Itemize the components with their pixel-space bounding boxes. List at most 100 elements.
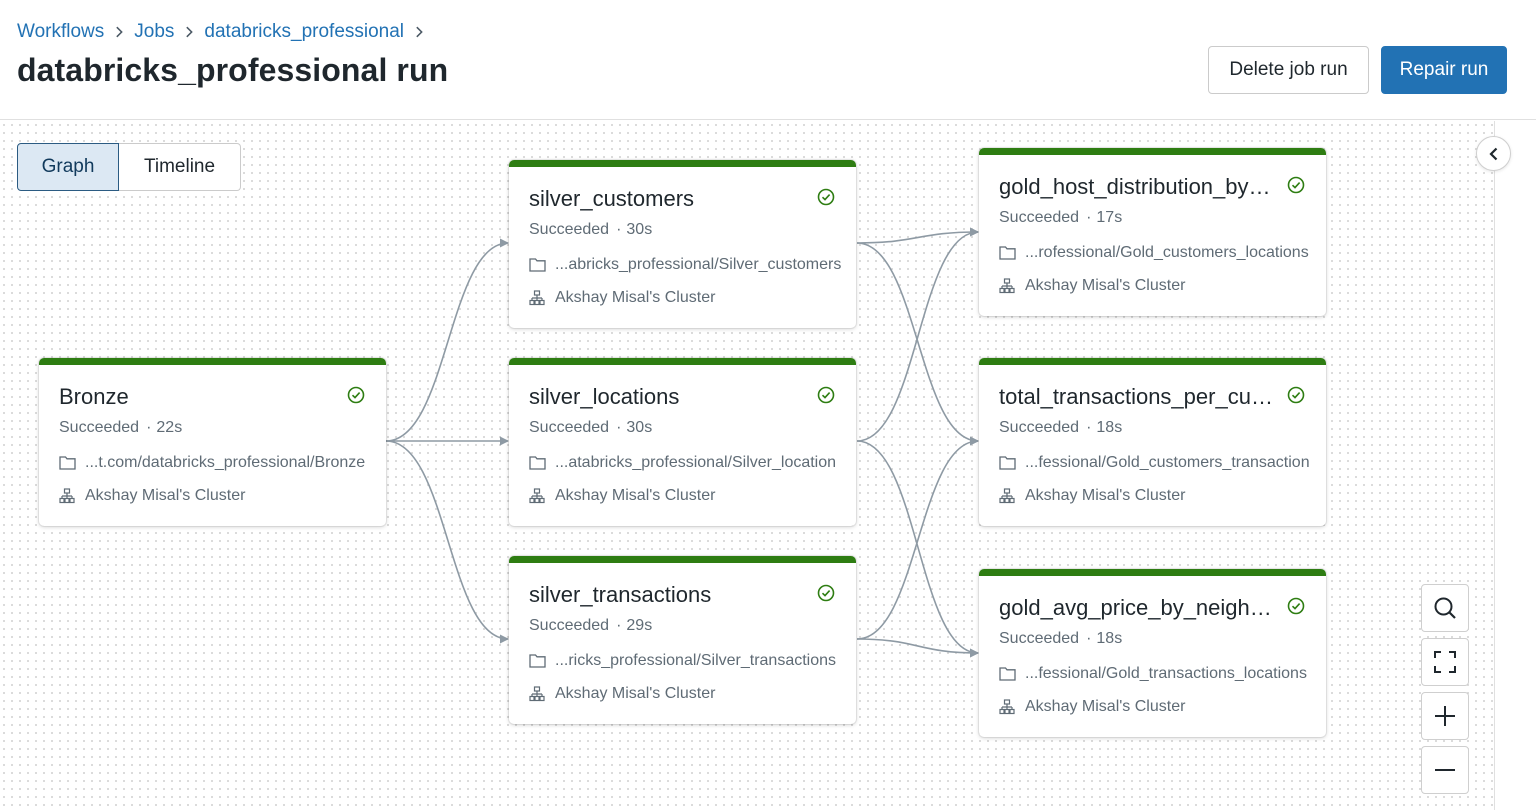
task-cluster: Akshay Misal's Cluster (1025, 277, 1186, 294)
task-status-text: Succeeded (999, 209, 1080, 226)
task-card-gold-host-distribution[interactable]: gold_host_distribution_by_… Succeeded · 17… (979, 148, 1326, 316)
task-duration: 30s (626, 419, 653, 436)
task-cluster: Akshay Misal's Cluster (85, 487, 246, 504)
task-status-text: Succeeded (999, 419, 1080, 436)
task-name: gold_avg_price_by_neighbo… (999, 595, 1281, 620)
chevron-right-icon (174, 25, 204, 39)
zoom-in-button[interactable] (1421, 692, 1469, 740)
check-circle-icon (1287, 386, 1305, 404)
task-status-bar (979, 358, 1326, 365)
task-duration: 18s (1096, 630, 1123, 647)
task-card-silver-customers[interactable]: silver_customers Succeeded · 30s ...abrick… (509, 160, 856, 328)
task-duration: 22s (156, 419, 183, 436)
task-name: silver_transactions (529, 582, 712, 607)
task-status: Succeeded · 29s (529, 617, 653, 634)
task-duration: 29s (626, 617, 653, 634)
search-icon (1434, 597, 1456, 619)
task-notebook-path: ...t.com/databricks_professional/Bronze (85, 454, 366, 471)
breadcrumb-workflows[interactable]: Workflows (17, 21, 104, 43)
chevron-right-icon (104, 25, 134, 39)
task-card-silver-transactions[interactable]: silver_transactions Succeeded · 29s ...ric… (509, 556, 856, 724)
plus-icon (1435, 706, 1455, 726)
task-status-text: Succeeded (529, 617, 610, 634)
cluster-icon (999, 699, 1015, 715)
task-name: gold_host_distribution_by_… (999, 174, 1281, 199)
task-notebook-path: ...ricks_professional/Silver_transaction… (555, 652, 837, 669)
task-name: silver_customers (529, 186, 695, 211)
task-status-text: Succeeded (59, 419, 140, 436)
cluster-icon (999, 488, 1015, 504)
cluster-icon (529, 290, 545, 306)
task-name: Bronze (59, 384, 129, 409)
task-status-bar (39, 358, 386, 365)
breadcrumb-job[interactable]: databricks_professional (204, 21, 404, 43)
page-header: Workflows Jobs databricks_professional d… (0, 0, 1536, 120)
cluster-icon (59, 488, 75, 504)
fit-to-screen-button[interactable] (1421, 638, 1469, 686)
task-cluster: Akshay Misal's Cluster (555, 685, 716, 702)
check-circle-icon (817, 188, 835, 206)
check-circle-icon (1287, 176, 1305, 194)
check-circle-icon (817, 386, 835, 404)
task-cluster: Akshay Misal's Cluster (555, 487, 716, 504)
task-card-gold-avg-price[interactable]: gold_avg_price_by_neighbo… Succeeded · 18s… (979, 569, 1326, 737)
folder-icon (529, 654, 546, 668)
chevron-left-icon (1488, 147, 1497, 160)
minus-icon (1435, 769, 1455, 771)
task-status: Succeeded · 17s (999, 209, 1123, 226)
task-duration: 18s (1096, 419, 1123, 436)
cluster-icon (529, 686, 545, 702)
view-toggle: Graph Timeline (17, 143, 241, 191)
task-status-bar (509, 160, 856, 167)
task-name: silver_locations (529, 384, 680, 409)
chevron-right-icon (404, 25, 434, 39)
tab-graph[interactable]: Graph (17, 143, 119, 191)
task-duration: 17s (1096, 209, 1123, 226)
check-circle-icon (347, 386, 365, 404)
task-status: Succeeded · 30s (529, 221, 653, 238)
tab-timeline[interactable]: Timeline (119, 143, 241, 191)
folder-icon (529, 258, 546, 272)
task-status: Succeeded · 22s (59, 419, 183, 436)
task-card-total-transactions[interactable]: total_transactions_per_cust… Succeeded · 1… (979, 358, 1326, 526)
task-notebook-path: ...atabricks_professional/Silver_locatio… (555, 454, 837, 471)
folder-icon (59, 456, 76, 470)
check-circle-icon (1287, 597, 1305, 615)
task-status: Succeeded · 18s (999, 630, 1123, 647)
page-title: databricks_professional run (17, 52, 449, 88)
task-notebook-path: ...fessional/Gold_transactions_locations (1025, 665, 1307, 682)
task-name: total_transactions_per_cust… (999, 384, 1281, 409)
panel-divider (1494, 121, 1495, 810)
task-card-silver-locations[interactable]: silver_locations Succeeded · 30s ...atabri… (509, 358, 856, 526)
task-status-text: Succeeded (529, 221, 610, 238)
task-duration: 30s (626, 221, 653, 238)
task-status: Succeeded · 18s (999, 419, 1123, 436)
fit-screen-icon (1434, 651, 1456, 673)
task-status-text: Succeeded (999, 630, 1080, 647)
task-status-bar (509, 358, 856, 365)
cluster-icon (999, 278, 1015, 294)
task-card-bronze[interactable]: Bronze Succeeded · 22s ...t.com/databricks… (39, 358, 386, 526)
task-cluster: Akshay Misal's Cluster (1025, 698, 1186, 715)
breadcrumb-jobs[interactable]: Jobs (134, 21, 174, 43)
task-notebook-path: ...rofessional/Gold_customers_locations (1025, 244, 1309, 261)
task-status-bar (509, 556, 856, 563)
collapse-panel-button[interactable] (1476, 136, 1511, 171)
task-cluster: Akshay Misal's Cluster (1025, 487, 1186, 504)
folder-icon (999, 246, 1016, 260)
task-status-text: Succeeded (529, 419, 610, 436)
folder-icon (529, 456, 546, 470)
breadcrumb: Workflows Jobs databricks_professional (17, 20, 434, 44)
task-notebook-path: ...abricks_professional/Silver_customers (555, 256, 842, 273)
task-status: Succeeded · 30s (529, 419, 653, 436)
folder-icon (999, 667, 1016, 681)
folder-icon (999, 456, 1016, 470)
zoom-out-button[interactable] (1421, 746, 1469, 794)
task-cluster: Akshay Misal's Cluster (555, 289, 716, 306)
zoom-search-button[interactable] (1421, 584, 1469, 632)
task-status-bar (979, 148, 1326, 155)
task-status-bar (979, 569, 1326, 576)
cluster-icon (529, 488, 545, 504)
delete-job-run-button[interactable]: Delete job run (1208, 46, 1369, 94)
repair-run-button[interactable]: Repair run (1381, 46, 1507, 94)
